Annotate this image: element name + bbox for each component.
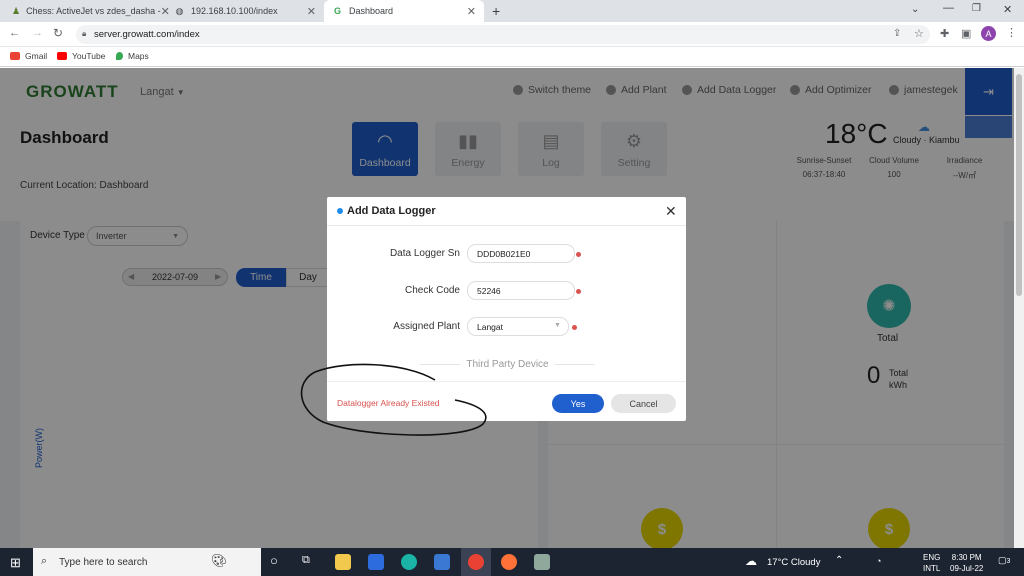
browser-tab-dashboard[interactable]: G Dashboard ✕ <box>324 0 484 22</box>
new-tab-icon[interactable]: + <box>492 3 500 19</box>
r-app-icon[interactable] <box>368 554 384 570</box>
dialog-title: Add Data Logger <box>337 205 436 217</box>
minimize-icon[interactable]: — <box>943 2 954 14</box>
browser-tab-chess[interactable]: ♟ Chess: ActiveJet vs zdes_dasha - ✕ <box>4 0 170 22</box>
edge-icon[interactable] <box>401 554 417 570</box>
clock[interactable]: 8:30 PM 09-Jul-22 <box>950 552 983 574</box>
check-code-label: Check Code <box>404 285 460 296</box>
mail-icon[interactable] <box>434 554 450 570</box>
data-logger-sn-label: Data Logger Sn <box>389 248 460 259</box>
back-icon[interactable]: ← <box>9 27 20 39</box>
bookmark-label: Gmail <box>25 51 48 61</box>
task-view-icon[interactable]: ⧉ <box>302 554 310 567</box>
language-indicator[interactable]: ENG INTL <box>923 552 940 574</box>
url-text: server.growatt.com/index <box>94 29 200 40</box>
firefox-icon[interactable] <box>501 554 517 570</box>
chess-pawn-icon: ♟ <box>12 5 21 16</box>
tab-label: Dashboard <box>349 6 394 16</box>
network-icon[interactable]: ◔ <box>876 556 881 566</box>
check-code-input[interactable]: 52246 <box>467 281 575 300</box>
notification-count: 3 <box>1006 558 1011 565</box>
chevron-up-icon[interactable]: ⌃ <box>835 555 843 566</box>
bookmark-label: Maps <box>128 51 149 61</box>
browser-tab-bar: ♟ Chess: ActiveJet vs zdes_dasha - ✕ ◍ 1… <box>0 0 1024 22</box>
close-icon[interactable]: ✕ <box>665 203 677 220</box>
divider-line <box>554 364 595 365</box>
divider <box>327 225 686 226</box>
menu-icon[interactable]: ⋮ <box>1006 26 1017 39</box>
share-icon[interactable]: ⇪ <box>893 28 901 39</box>
url-field[interactable]: 🔒︎ server.growatt.com/index ⇪ ☆ <box>76 25 930 44</box>
tab-label: Chess: ActiveJet vs zdes_dasha - <box>26 6 161 16</box>
hand-drawn-circle-annotation <box>300 363 487 436</box>
restore-icon[interactable]: ❐ <box>972 3 981 14</box>
caret-down-icon: ▼ <box>554 322 561 329</box>
data-logger-sn-input[interactable]: DDD0B021E0 <box>467 244 575 263</box>
maps-pin-icon <box>116 52 123 60</box>
clock-date: 09-Jul-22 <box>950 564 984 573</box>
globe-icon: ◍ <box>175 5 184 16</box>
tab-search-icon[interactable]: ⌄ <box>911 4 919 15</box>
bookmark-label: YouTube <box>72 51 106 61</box>
bookmark-youtube[interactable]: YouTube <box>57 51 105 61</box>
select-value: Langat <box>477 321 503 332</box>
taskbar-weather[interactable]: 17°C Cloudy <box>767 557 820 568</box>
lang-line: ENG <box>923 553 941 562</box>
app-icon[interactable] <box>534 554 550 570</box>
taskbar: ⊞ ⌕ Type here to search 🎨︎ ○ ⧉ ☁ 17°C Cl… <box>0 548 1024 576</box>
required-indicator <box>576 252 581 257</box>
close-icon[interactable]: ✕ <box>307 5 316 18</box>
yes-button[interactable]: Yes <box>552 394 604 413</box>
assigned-plant-label: Assigned Plant <box>393 321 460 332</box>
tab-label: 192.168.10.100/index <box>191 6 278 16</box>
cortana-icon[interactable]: ○ <box>270 553 278 568</box>
profile-avatar[interactable]: A <box>981 26 996 41</box>
cloud-weather-icon: ☁ <box>745 554 757 568</box>
scrollbar-thumb[interactable] <box>1016 74 1022 296</box>
chrome-icon[interactable] <box>468 554 484 570</box>
extensions-icon[interactable]: ✚ <box>940 27 949 40</box>
forward-icon[interactable]: → <box>32 27 43 39</box>
search-highlight-icon: 🎨︎ <box>211 553 228 568</box>
required-indicator <box>572 325 577 330</box>
close-icon[interactable]: ✕ <box>467 5 476 18</box>
notification-icon[interactable]: ▢3 <box>998 555 1010 566</box>
bookmark-gmail[interactable]: Gmail <box>10 51 47 61</box>
bookmark-star-icon[interactable]: ☆ <box>914 27 924 40</box>
bookmarks-bar: Gmail YouTube Maps <box>0 47 1024 67</box>
windows-start-icon[interactable]: ⊞ <box>10 555 21 571</box>
dialog-title-text: Add Data Logger <box>347 205 436 217</box>
taskbar-search[interactable]: ⌕ Type here to search 🎨︎ <box>33 548 261 576</box>
browser-tab-local[interactable]: ◍ 192.168.10.100/index ✕ <box>166 0 324 22</box>
lock-icon: 🔒︎ <box>82 29 87 38</box>
bookmark-maps[interactable]: Maps <box>116 51 149 61</box>
gmail-icon <box>10 52 20 60</box>
address-bar-row: ← → ↻ 🔒︎ server.growatt.com/index ⇪ ☆ ✚ … <box>0 22 1024 47</box>
clock-time: 8:30 PM <box>951 553 982 562</box>
cancel-button[interactable]: Cancel <box>611 394 676 413</box>
assigned-plant-select[interactable]: Langat ▼ <box>467 317 569 336</box>
growatt-favicon-icon: G <box>333 6 341 16</box>
side-panel-icon[interactable]: ▣ <box>961 27 971 40</box>
search-icon: ⌕ <box>41 555 48 567</box>
reload-icon[interactable]: ↻ <box>53 26 63 40</box>
file-explorer-icon[interactable] <box>335 554 351 570</box>
youtube-icon <box>57 52 67 60</box>
window-close-icon[interactable]: ✕ <box>1003 3 1012 16</box>
lang-line: INTL <box>923 564 941 573</box>
required-indicator <box>576 289 581 294</box>
search-placeholder: Type here to search <box>59 556 148 568</box>
title-dot-icon <box>337 208 343 214</box>
